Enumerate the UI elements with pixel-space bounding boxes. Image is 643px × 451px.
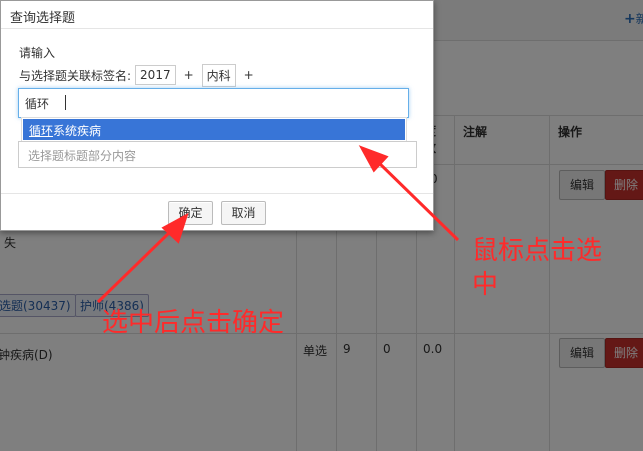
arrow-head-confirm: [161, 212, 189, 244]
annotation-click-option-line2: 中: [472, 270, 499, 300]
arrow-to-confirm: [96, 228, 174, 304]
arrow-to-option: [374, 158, 460, 242]
annotation-arrows: [96, 145, 460, 304]
annotation-click-option: 鼠标点击选 中: [472, 234, 602, 302]
annotation-click-confirm: 选中后点击确定: [102, 308, 285, 338]
annotation-click-option-line1: 鼠标点击选: [472, 236, 603, 266]
